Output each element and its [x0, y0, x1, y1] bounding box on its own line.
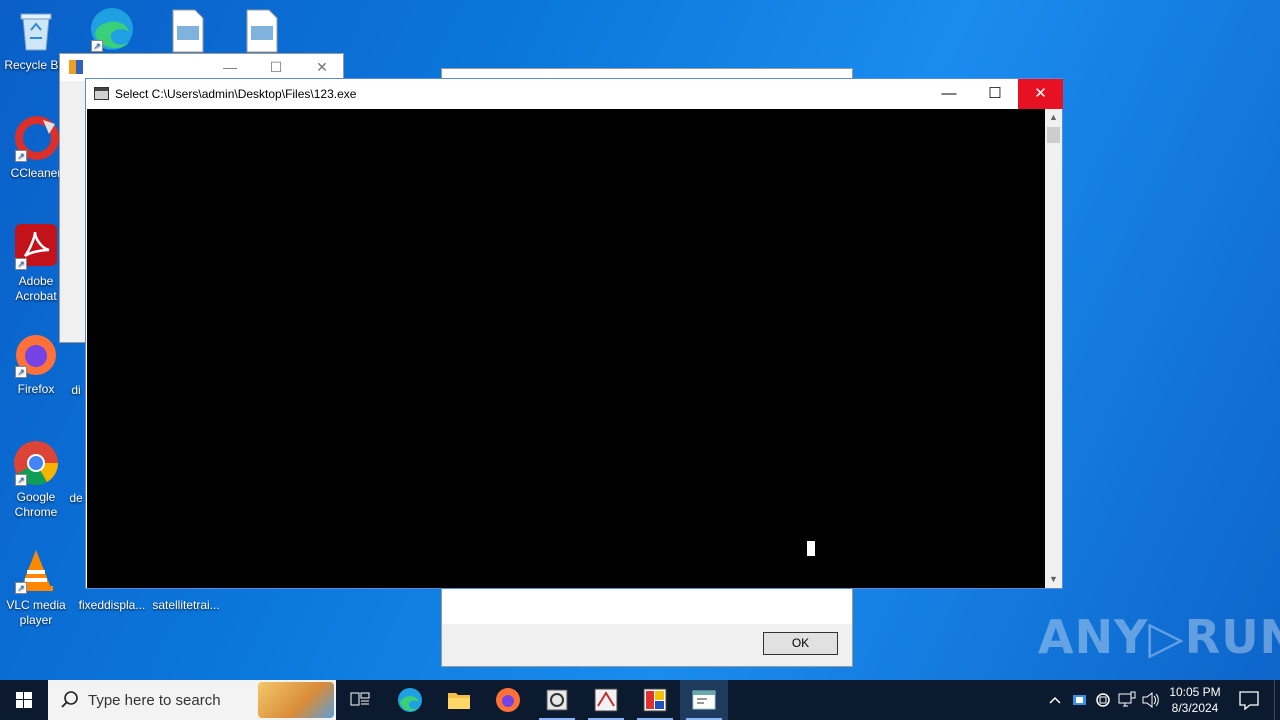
desktop: { "desktop": { "icons": [ {"label": "Rec… [0, 0, 1280, 720]
small-window-titlebar: — ☐ ✕ [60, 54, 343, 81]
console-window: Select C:\Users\admin\Desktop\Files\123.… [85, 78, 1063, 589]
ccleaner-icon: ↗ [13, 116, 59, 162]
clock-date: 8/3/2024 [1171, 701, 1219, 715]
chevron-up-icon [1049, 696, 1061, 704]
edge-icon [398, 688, 422, 712]
tray-app[interactable] [1092, 680, 1114, 720]
desktop-icon-chrome[interactable]: ↗ Google Chrome [0, 440, 72, 520]
windows-logo-icon [16, 692, 32, 708]
shortcut-arrow-icon: ↗ [15, 258, 27, 270]
app-icon [643, 688, 667, 712]
firefox-icon [496, 688, 520, 712]
shortcut-arrow-icon: ↗ [91, 40, 103, 52]
taskbar-console[interactable] [680, 680, 728, 720]
app-icon [594, 688, 618, 712]
shortcut-arrow-icon: ↗ [15, 366, 27, 378]
notification-icon [1239, 691, 1259, 711]
search-placeholder: Type here to search [88, 692, 221, 709]
recycle-bin-icon [13, 8, 59, 54]
maximize-button[interactable]: ☐ [253, 54, 299, 81]
desktop-file-fixeddisplay[interactable]: fixeddispla... [76, 598, 148, 613]
minimize-button[interactable]: — [207, 54, 253, 81]
tray-chevron[interactable] [1045, 680, 1065, 720]
desktop-icon-vlc[interactable]: ↗ VLC media player [0, 548, 72, 628]
taskbar-edge[interactable] [386, 680, 434, 720]
file-explorer-icon [448, 693, 470, 709]
network-icon [1118, 691, 1136, 707]
desktop-icon-edge[interactable]: ↗ [76, 6, 148, 56]
window-title: Select C:\Users\admin\Desktop\Files\123.… [115, 87, 357, 101]
shortcut-arrow-icon: ↗ [15, 582, 27, 594]
taskbar-app-3[interactable] [631, 680, 679, 720]
scroll-down-icon[interactable]: ▼ [1045, 571, 1062, 588]
scroll-thumb[interactable] [1047, 127, 1060, 143]
edge-icon: ↗ [89, 6, 135, 52]
dialog-footer: OK [442, 624, 852, 666]
app-icon [546, 689, 568, 711]
desktop-icon-label: satellitetrai... [152, 598, 220, 612]
volume-icon [1142, 691, 1159, 709]
desktop-file-2[interactable] [226, 8, 298, 58]
taskbar-file-explorer[interactable] [435, 680, 483, 720]
console-titlebar[interactable]: Select C:\Users\admin\Desktop\Files\123.… [86, 79, 1063, 109]
shortcut-arrow-icon: ↗ [15, 474, 27, 486]
taskbar-app-2[interactable] [582, 680, 630, 720]
minimize-button[interactable]: — [926, 79, 972, 109]
maximize-button[interactable]: ☐ [972, 79, 1018, 109]
desktop-icon-label: VLC media player [6, 598, 66, 627]
taskbar-search[interactable]: Type here to search [48, 680, 336, 720]
console-output[interactable] [87, 109, 1046, 588]
task-view-button[interactable] [336, 680, 384, 720]
search-highlight-image [258, 682, 334, 718]
shortcut-arrow-icon: ↗ [15, 150, 27, 162]
adobe-acrobat-icon: ↗ [13, 224, 59, 270]
scroll-up-icon[interactable]: ▲ [1045, 109, 1062, 126]
close-button[interactable]: ✕ [1018, 79, 1063, 109]
console-icon [94, 87, 109, 100]
show-desktop-button[interactable] [1274, 680, 1280, 720]
start-button[interactable] [0, 680, 48, 720]
search-icon [61, 691, 78, 708]
text-cursor [807, 541, 815, 556]
tray-defender[interactable] [1068, 680, 1090, 720]
tray-volume[interactable] [1140, 680, 1162, 720]
desktop-file-1[interactable] [152, 8, 224, 58]
ok-button[interactable]: OK [763, 632, 838, 655]
desktop-file-satellitetrai[interactable]: satellitetrai... [150, 598, 222, 613]
tray-app-icon [1096, 693, 1110, 707]
console-icon [692, 690, 716, 710]
desktop-icon-label: fixeddispla... [78, 598, 146, 612]
vertical-scrollbar[interactable]: ▲ ▼ [1045, 109, 1062, 588]
file-icon [239, 8, 285, 54]
taskbar-clock[interactable]: 10:05 PM 8/3/2024 [1163, 684, 1227, 716]
notification-button[interactable] [1232, 680, 1266, 720]
taskbar: Type here to search 10:05 PM 8/3/2024 [0, 680, 1280, 720]
app-icon [69, 60, 83, 74]
file-icon [165, 8, 211, 54]
task-view-icon [350, 692, 370, 706]
tray-network[interactable] [1116, 680, 1138, 720]
firefox-icon: ↗ [13, 332, 59, 378]
taskbar-app-1[interactable] [533, 680, 581, 720]
vlc-icon: ↗ [13, 548, 59, 594]
security-icon [1073, 695, 1086, 705]
taskbar-firefox[interactable] [484, 680, 532, 720]
anyrun-watermark: ANY▷RUN [1038, 610, 1280, 664]
chrome-icon: ↗ [13, 440, 59, 486]
clock-time: 10:05 PM [1169, 685, 1221, 699]
close-button[interactable]: ✕ [299, 54, 345, 81]
